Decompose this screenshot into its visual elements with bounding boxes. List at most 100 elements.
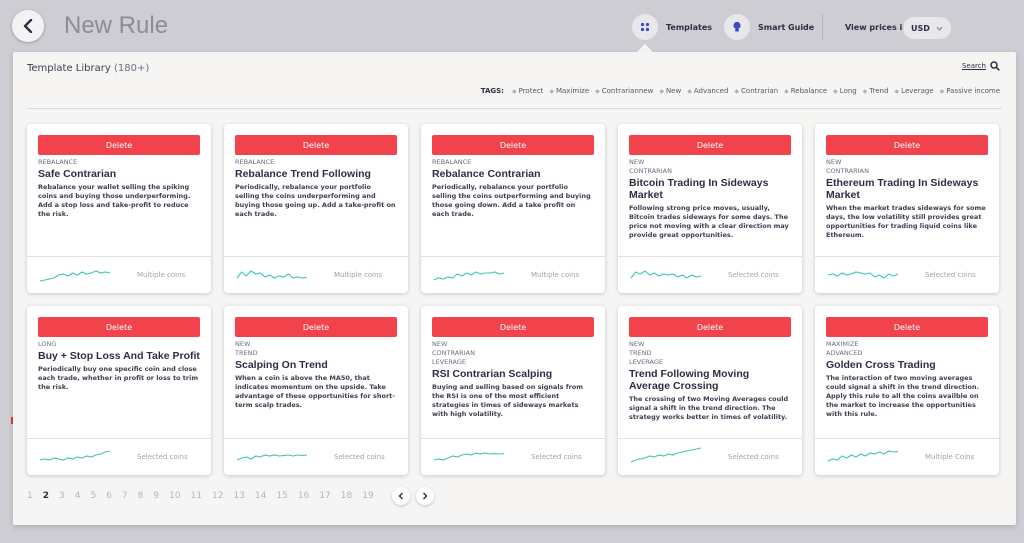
- sparkline-line: [39, 450, 111, 461]
- page-number[interactable]: 6: [106, 491, 112, 501]
- tag-item[interactable]: ◆ Leverage: [895, 87, 934, 95]
- prev-page-button[interactable]: [391, 487, 410, 505]
- page-number[interactable]: 3: [59, 491, 65, 501]
- tag-item[interactable]: ◆ Trend: [863, 87, 889, 95]
- lightbulb-icon: [724, 14, 750, 40]
- tag-label: Leverage: [901, 87, 934, 95]
- card-description: The crossing of two Moving Averages coul…: [629, 395, 789, 421]
- page-number[interactable]: 13: [234, 491, 245, 501]
- delete-button[interactable]: Delete: [432, 135, 594, 155]
- delete-button[interactable]: Delete: [826, 135, 988, 155]
- template-card[interactable]: Delete NEW TREND Scalping On Trend When a co…: [224, 306, 408, 475]
- currency-select[interactable]: USD: [903, 17, 951, 39]
- tag-item[interactable]: ◆ Long: [833, 87, 857, 95]
- card-title: Scalping On Trend: [235, 359, 328, 371]
- card-title: Bitcoin Trading In Sideways Market: [629, 177, 769, 201]
- chevron-left-icon: [23, 19, 33, 33]
- card-footer: Selected coins: [618, 438, 802, 475]
- card-tag: REBALANCE: [38, 158, 78, 166]
- page-number[interactable]: 1: [27, 491, 33, 501]
- card-title: Safe Contrarian: [38, 168, 117, 180]
- sparkline-line: [630, 270, 702, 279]
- page-number[interactable]: 15: [276, 491, 287, 501]
- card-tag: LONG: [38, 340, 57, 348]
- tag-item[interactable]: ◆ New: [659, 87, 681, 95]
- template-card[interactable]: Delete NEW CONTRARIAN Ethereum Trading In S…: [815, 124, 999, 293]
- delete-button[interactable]: Delete: [826, 317, 988, 337]
- card-footer: Multiple coins: [421, 256, 605, 293]
- sparkline-chart: [630, 270, 702, 279]
- delete-button[interactable]: Delete: [629, 317, 791, 337]
- tag-item[interactable]: ◆ Passive income: [940, 87, 1000, 95]
- page-number[interactable]: 10: [169, 491, 180, 501]
- card-title: Trend Following Moving Average Crossing: [629, 368, 750, 392]
- tag-icon: ◆: [659, 87, 664, 95]
- delete-button[interactable]: Delete: [629, 135, 791, 155]
- coins-label: Multiple coins: [334, 271, 383, 279]
- page-number[interactable]: 17: [319, 491, 330, 501]
- template-card[interactable]: Delete NEW CONTRARIAN LEVERAGE RSI Contraria…: [421, 306, 605, 475]
- page-number[interactable]: 8: [138, 491, 144, 501]
- card-body: NEW CONTRARIAN Ethereum Trading In Sideway…: [826, 158, 988, 240]
- tag-item[interactable]: ◆ Contrariannew: [595, 87, 653, 95]
- card-tag: REBALANCE: [235, 158, 275, 166]
- page-number[interactable]: 11: [191, 491, 202, 501]
- templates-button[interactable]: Templates: [632, 14, 712, 40]
- template-card[interactable]: Delete REBALANCE Rebalance Trend Following…: [224, 124, 408, 293]
- tag-item[interactable]: ◆ Advanced: [687, 87, 728, 95]
- template-card[interactable]: Delete NEW CONTRARIAN Bitcoin Trading In Si…: [618, 124, 802, 293]
- tags-label: TAGS:: [480, 87, 504, 95]
- tags-filter-bar: TAGS: ◆ Protect ◆ Maximize ◆ Contrariannew ◆ Ne…: [481, 87, 1000, 95]
- tag-item[interactable]: ◆ Protect: [512, 87, 543, 95]
- card-footer: Multiple Coins: [815, 438, 999, 475]
- smart-guide-button[interactable]: Smart Guide: [724, 14, 814, 40]
- coins-label: Selected coins: [137, 453, 188, 461]
- page-number[interactable]: 9: [153, 491, 159, 501]
- tag-item[interactable]: ◆ Contrarian: [734, 87, 778, 95]
- tag-item[interactable]: ◆ Rebalance: [784, 87, 827, 95]
- chevron-down-icon: [936, 26, 943, 31]
- card-title: Rebalance Trend Following: [235, 168, 371, 180]
- sparkline-chart: [433, 452, 505, 461]
- page-number[interactable]: 4: [75, 491, 81, 501]
- page-number[interactable]: 16: [298, 491, 309, 501]
- template-card[interactable]: Delete MAXIMIZE ADVANCED Golden Cross Tradi…: [815, 306, 999, 475]
- page-number[interactable]: 5: [90, 491, 96, 501]
- tag-icon: ◆: [734, 87, 740, 95]
- search-button[interactable]: Search: [962, 61, 1000, 71]
- card-body: REBALANCE Rebalance Contrarian Periodicall…: [432, 158, 594, 219]
- back-button[interactable]: [12, 10, 44, 42]
- delete-button[interactable]: Delete: [38, 317, 200, 337]
- tag-item[interactable]: ◆ Maximize: [549, 87, 589, 95]
- template-card[interactable]: Delete REBALANCE Rebalance Contrarian Perio…: [421, 124, 605, 293]
- templates-label: Templates: [666, 22, 713, 32]
- card-body: NEW TREND LEVERAGE Trend Following Moving A…: [629, 340, 791, 422]
- sparkline-line: [236, 270, 308, 279]
- pagination: 1 2 3 4 5 6 7 8 9 10 11 12 13 14 15 16 17 18 19: [27, 487, 440, 505]
- page-number[interactable]: 7: [122, 491, 128, 501]
- page-number[interactable]: 14: [255, 491, 266, 501]
- tag-label: Contrariannew: [601, 87, 654, 95]
- next-page-button[interactable]: [415, 487, 434, 505]
- page-number[interactable]: 19: [362, 491, 373, 501]
- card-tag: CONTRARIAN: [629, 167, 672, 175]
- template-card[interactable]: Delete REBALANCE Safe Contrarian Rebalance …: [27, 124, 211, 293]
- divider: [27, 108, 1002, 109]
- template-card[interactable]: Delete LONG Buy + Stop Loss And Take Profi…: [27, 306, 211, 475]
- delete-button[interactable]: Delete: [235, 317, 397, 337]
- page-number[interactable]: 2: [43, 491, 49, 501]
- delete-button[interactable]: Delete: [235, 135, 397, 155]
- card-description: Buying and selling based on signals from…: [432, 383, 584, 418]
- tag-icon: ◆: [511, 87, 517, 95]
- page-number[interactable]: 18: [341, 491, 352, 501]
- card-body: LONG Buy + Stop Loss And Take Profit Perio…: [38, 340, 200, 392]
- delete-button[interactable]: Delete: [432, 317, 594, 337]
- library-title-text: Template Library: [27, 63, 111, 74]
- template-card[interactable]: Delete NEW TREND LEVERAGE Trend Following Mo…: [618, 306, 802, 475]
- delete-button[interactable]: Delete: [38, 135, 200, 155]
- page-number[interactable]: 12: [212, 491, 223, 501]
- coins-label: Multiple coins: [137, 271, 186, 279]
- card-footer: Selected coins: [421, 438, 605, 475]
- toolbar-divider: [822, 14, 823, 40]
- card-title: Rebalance Contrarian: [432, 168, 541, 180]
